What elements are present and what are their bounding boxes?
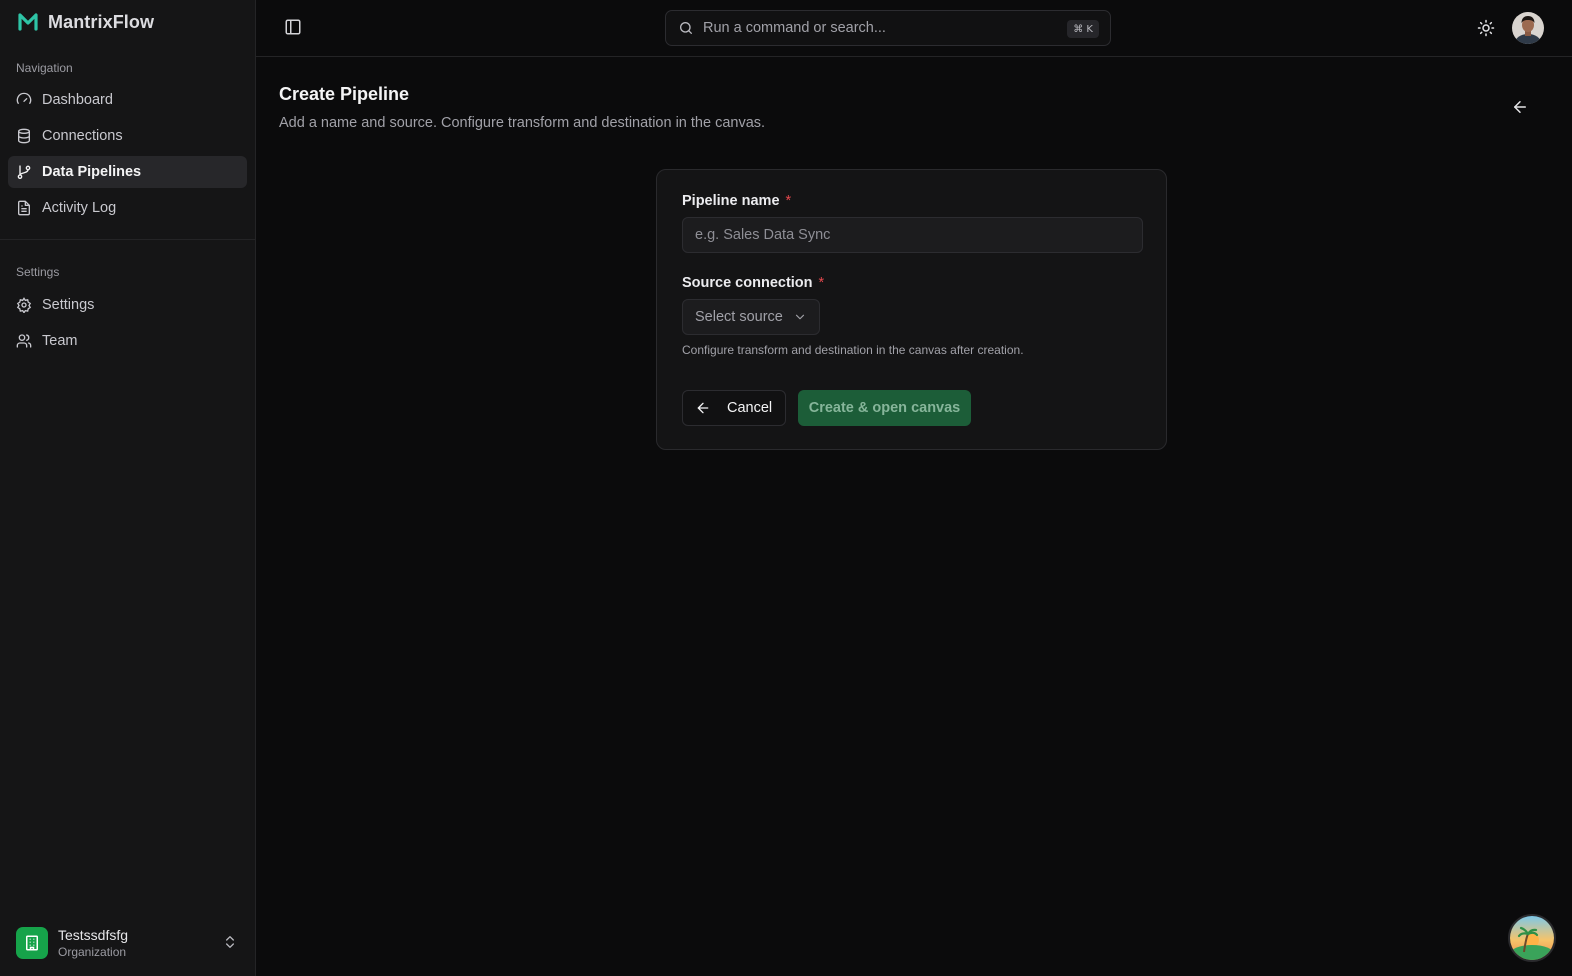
file-text-icon	[18, 200, 30, 216]
sidebar-item-team[interactable]: Team	[8, 325, 247, 357]
create-pipeline-form: Pipeline name* Source connection* Select…	[656, 169, 1167, 450]
page-subtitle: Add a name and source. Configure transfo…	[279, 115, 766, 131]
sidebar-item-label: Dashboard	[42, 92, 113, 108]
sidebar-item-settings[interactable]: Settings	[8, 289, 247, 321]
source-select-value: Select source	[695, 309, 783, 325]
sidebar-item-activity-log[interactable]: Activity Log	[8, 192, 247, 224]
organization-name: Testssdfsfg	[58, 927, 129, 943]
sidebar-item-label: Settings	[42, 297, 95, 313]
page-title: Create Pipeline	[279, 84, 410, 104]
sidebar-item-label: Connections	[42, 128, 123, 144]
users-icon	[16, 334, 32, 348]
nav-group-label: Navigation	[16, 61, 73, 75]
building-icon	[26, 935, 38, 951]
source-connection-label: Source connection *	[682, 275, 825, 291]
arrow-left-icon	[697, 402, 709, 414]
sidebar-divider	[0, 239, 255, 240]
sidebar-toggle-icon[interactable]	[284, 18, 302, 36]
sidebar: MantrixFlow Navigation Dashboard Connect…	[0, 0, 256, 976]
pipeline-name-label: Pipeline name *	[682, 193, 792, 209]
assistant-avatar[interactable]	[1508, 914, 1556, 962]
chevrons-up-down-icon	[226, 936, 234, 948]
sidebar-item-connections[interactable]: Connections	[8, 120, 247, 152]
pipeline-name-input[interactable]	[682, 217, 1143, 253]
create-open-canvas-button[interactable]: Create & open canvas	[798, 390, 971, 426]
brand[interactable]: MantrixFlow	[18, 10, 154, 34]
user-avatar[interactable]	[1512, 12, 1544, 44]
required-marker: *	[818, 275, 825, 291]
mantrixflow-logo-icon	[18, 13, 38, 31]
sidebar-item-dashboard[interactable]: Dashboard	[8, 84, 247, 116]
sun-icon[interactable]	[1477, 19, 1495, 37]
user-photo-icon	[1512, 12, 1544, 44]
command-search[interactable]: Run a command or search... ⌘ K	[665, 10, 1111, 46]
organization-switcher[interactable]: Testssdfsfg Organization	[16, 926, 242, 960]
sidebar-item-label: Team	[42, 333, 78, 349]
required-marker: *	[785, 193, 792, 209]
cancel-button[interactable]: Cancel	[682, 390, 786, 426]
island-avatar-icon	[1510, 916, 1554, 960]
sidebar-item-label: Data Pipelines	[42, 164, 142, 180]
settings-group-label: Settings	[16, 265, 60, 279]
gear-icon	[16, 297, 32, 313]
database-icon	[18, 128, 30, 144]
organization-avatar	[16, 927, 48, 959]
organization-label: Organization	[58, 945, 127, 959]
source-connection-select[interactable]: Select source	[682, 299, 820, 335]
keyboard-shortcut-badge: ⌘ K	[1067, 20, 1099, 38]
app-name: MantrixFlow	[48, 11, 155, 32]
gauge-icon	[16, 92, 32, 104]
source-help-text: Configure transform and destination in t…	[682, 343, 1024, 357]
search-placeholder: Run a command or search...	[703, 20, 886, 36]
sidebar-item-data-pipelines[interactable]: Data Pipelines	[8, 156, 247, 188]
chevron-down-icon	[795, 314, 804, 320]
sidebar-item-label: Activity Log	[42, 200, 117, 216]
git-branch-icon	[17, 165, 31, 179]
arrow-left-icon[interactable]	[1511, 98, 1529, 116]
search-icon	[680, 22, 692, 34]
topbar: Run a command or search... ⌘ K	[256, 0, 1572, 57]
cancel-button-label: Cancel	[727, 400, 773, 416]
